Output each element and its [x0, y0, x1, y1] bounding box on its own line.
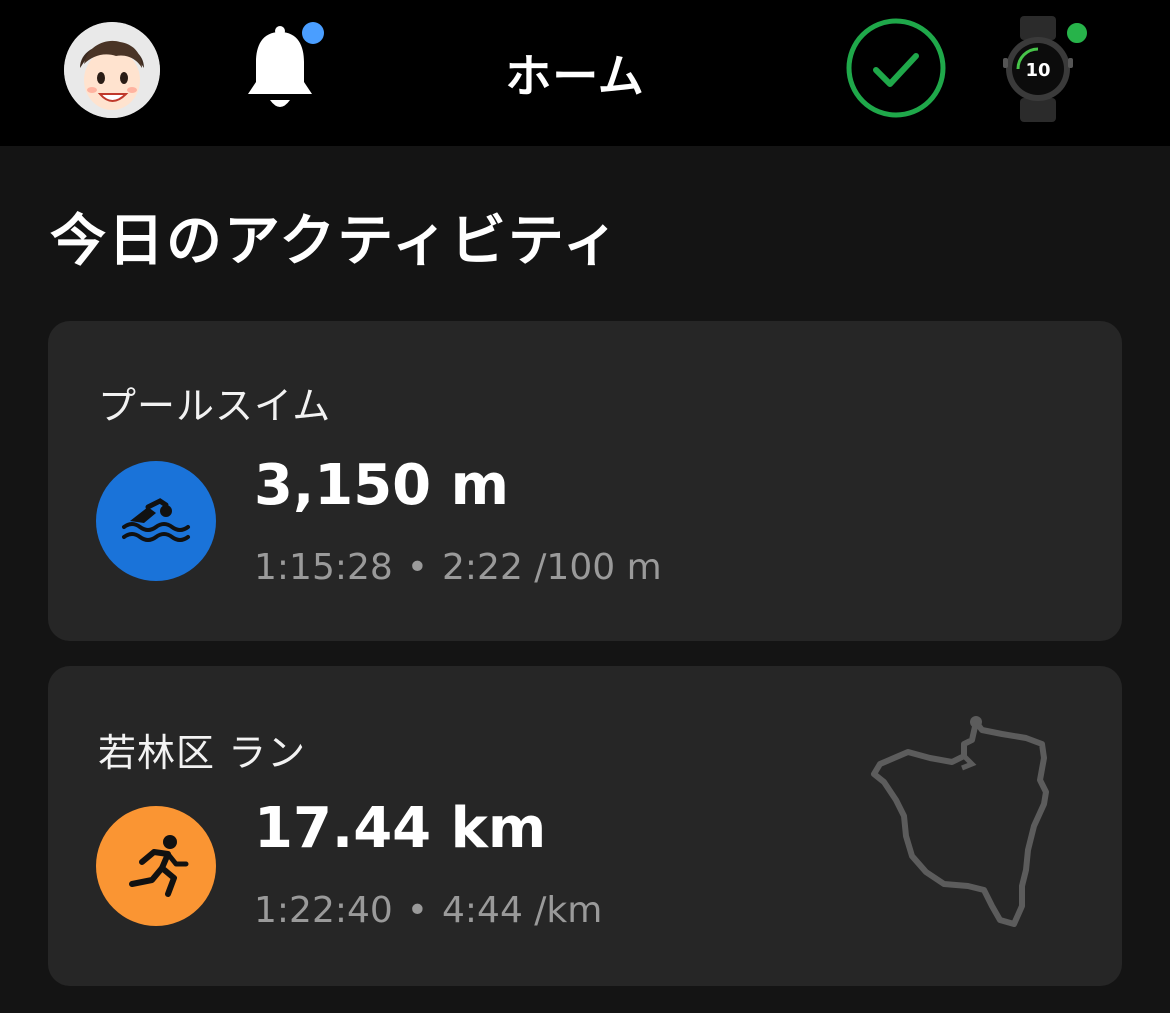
run-icon	[96, 806, 216, 926]
app: ホーム 10 今日のアクティビティ プールスイム 3,150 m 1:15:28…	[0, 0, 1170, 1013]
distance-value: 3,150 m	[254, 453, 509, 518]
separator: •	[406, 547, 429, 588]
device-connected-dot	[1064, 20, 1090, 46]
distance-value: 17.44 km	[254, 796, 547, 861]
section-title: 今日のアクティビティ	[50, 209, 621, 274]
svg-text:10: 10	[1025, 60, 1050, 81]
route-map	[868, 710, 1058, 940]
activity-stats: 1:15:28 • 2:22 /100 m	[254, 547, 662, 588]
activity-label: プールスイム	[98, 384, 332, 428]
pace-value: 4:44 /km	[442, 890, 603, 931]
activity-card-run[interactable]: 若林区 ラン 17.44 km 1:22:40 • 4:44 /km	[48, 666, 1122, 986]
swim-icon	[96, 461, 216, 581]
pace-value: 2:22 /100 m	[442, 547, 662, 588]
page-title: ホーム	[505, 49, 645, 103]
notification-dot	[302, 22, 324, 44]
activity-label: 若林区 ラン	[98, 731, 307, 775]
separator: •	[406, 890, 429, 931]
avatar[interactable]	[64, 22, 160, 118]
check-circle-icon[interactable]	[844, 16, 948, 120]
duration-value: 1:15:28	[254, 547, 393, 588]
duration-value: 1:22:40	[254, 890, 393, 931]
top-bar: ホーム 10	[0, 0, 1170, 146]
activity-stats: 1:22:40 • 4:44 /km	[254, 890, 602, 931]
activity-card-swim[interactable]: プールスイム 3,150 m 1:15:28 • 2:22 /100 m	[48, 321, 1122, 641]
